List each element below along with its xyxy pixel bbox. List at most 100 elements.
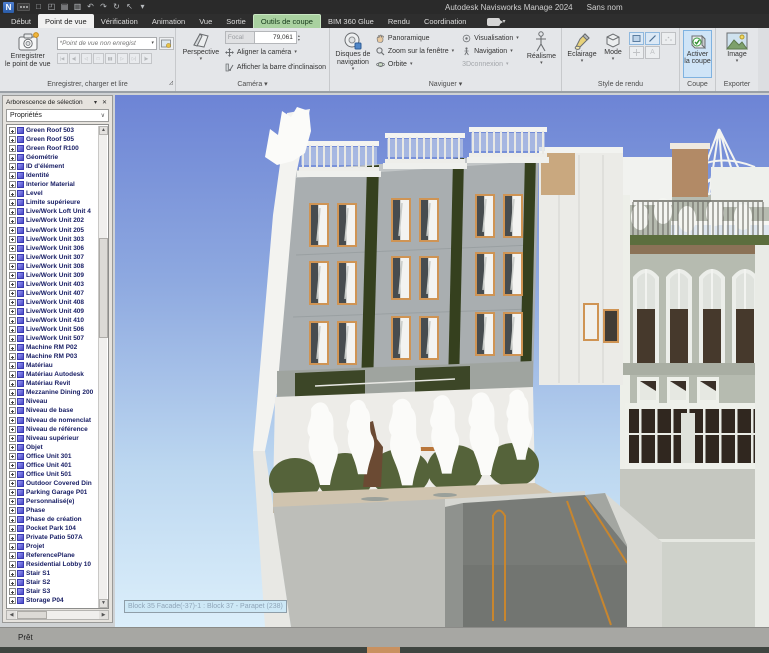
tree-item[interactable]: Personnalisé(e) — [8, 497, 98, 506]
tree-item[interactable]: Niveau de base — [8, 406, 98, 415]
tree-item[interactable]: Stair S3 — [8, 587, 98, 596]
tree-item[interactable]: Niveau de nomenclat — [8, 416, 98, 425]
expand-icon[interactable] — [9, 425, 16, 433]
focal-value[interactable]: 79,061 — [254, 31, 297, 44]
expand-icon[interactable] — [9, 416, 16, 424]
tree-item[interactable]: Level — [8, 189, 98, 198]
expand-icon[interactable] — [9, 443, 16, 451]
pan-button[interactable]: Panoramique — [376, 32, 454, 45]
expand-icon[interactable] — [9, 307, 16, 315]
mode-button[interactable]: Mode ▾ — [599, 30, 627, 79]
expand-icon[interactable] — [9, 145, 16, 153]
ribbon-tab[interactable]: Coordination — [417, 14, 474, 28]
pin-icon[interactable]: ▾ — [91, 99, 100, 106]
expand-icon[interactable] — [9, 335, 16, 343]
playback-button[interactable]: ▷ — [116, 53, 128, 64]
expand-icon[interactable] — [9, 208, 16, 216]
expand-icon[interactable] — [9, 226, 16, 234]
playback-button[interactable]: ▷| — [128, 53, 140, 64]
tree-item[interactable]: Storage P04 — [8, 596, 98, 605]
tree-item[interactable]: Machine RM P03 — [8, 352, 98, 361]
save-viewpoint-button[interactable]: Enregistrer le point de vue — [3, 30, 53, 79]
expand-icon[interactable] — [9, 543, 16, 551]
ribbon-tab[interactable]: Sortie — [219, 14, 253, 28]
lighting-button[interactable]: Eclairage ▾ — [565, 30, 599, 79]
snap-points-toggle[interactable] — [629, 46, 644, 59]
orbit-button[interactable]: Orbite ▾ — [376, 58, 454, 71]
ribbon-tab[interactable]: Outils de coupe — [252, 14, 321, 28]
expand-icon[interactable] — [9, 461, 16, 469]
tree-item[interactable]: Phase de création — [8, 515, 98, 524]
horizontal-scrollbar[interactable]: ◀ ▶ — [6, 610, 109, 620]
expand-icon[interactable] — [9, 506, 16, 514]
navisworks-logo-icon[interactable]: N — [3, 1, 14, 13]
expand-icon[interactable] — [9, 452, 16, 460]
tree-item[interactable]: Niveau — [8, 397, 98, 406]
expand-icon[interactable] — [9, 172, 16, 180]
ribbon-tab[interactable]: Vérification — [94, 14, 145, 28]
tree-mode-combo[interactable]: Propriétés — [6, 109, 109, 122]
tree-item[interactable]: Live/Work Unit 409 — [8, 307, 98, 316]
align-camera-button[interactable]: Aligner la caméra ▾ — [224, 46, 326, 59]
scroll-right-icon[interactable]: ▶ — [99, 611, 108, 619]
playback-button[interactable]: |◀ — [56, 53, 68, 64]
expand-icon[interactable] — [9, 353, 16, 361]
expand-icon[interactable] — [9, 199, 16, 207]
expand-icon[interactable] — [9, 163, 16, 171]
tree-item[interactable]: Phase — [8, 506, 98, 515]
tree-item[interactable]: Green Roof 505 — [8, 135, 98, 144]
expand-icon[interactable] — [9, 380, 16, 388]
select-cursor-icon[interactable]: ↖ — [124, 2, 135, 12]
tree-item[interactable]: Green Roof R100 — [8, 144, 98, 153]
tree-item[interactable]: Projet — [8, 542, 98, 551]
tree-item[interactable]: Residential Lobby 10 — [8, 560, 98, 569]
tree-item[interactable]: Office Unit 301 — [8, 452, 98, 461]
export-image-button[interactable]: Image ▾ — [723, 30, 751, 79]
show-tilt-bar-button[interactable]: Afficher la barre d'inclinaison — [225, 61, 326, 74]
tree-item[interactable]: Live/Work Unit 408 — [8, 298, 98, 307]
focal-field[interactable]: Focal 79,061 ▴ ▾ — [224, 31, 326, 44]
ribbon-tab[interactable]: Point de vue — [38, 14, 94, 28]
dialog-launcher-icon[interactable]: ◿ — [169, 77, 173, 89]
expand-icon[interactable] — [9, 235, 16, 243]
tree-item[interactable]: Stair S2 — [8, 578, 98, 587]
tree-item[interactable]: Identité — [8, 171, 98, 180]
expand-icon[interactable] — [9, 579, 16, 587]
expand-icon[interactable] — [9, 344, 16, 352]
tree-item[interactable]: Live/Work Unit 410 — [8, 316, 98, 325]
expand-icon[interactable] — [9, 398, 16, 406]
text-toggle[interactable]: A — [645, 46, 660, 59]
enable-sectioning-button[interactable]: Activer la coupe — [683, 30, 712, 78]
tree-item[interactable]: Mezzanine Dining 200 — [8, 388, 98, 397]
tree-item[interactable]: Private Patio 507A — [8, 533, 98, 542]
expand-icon[interactable] — [9, 326, 16, 334]
expand-icon[interactable] — [9, 262, 16, 270]
scroll-up-icon[interactable]: ▲ — [99, 126, 108, 135]
tree-item[interactable]: Matériau — [8, 361, 98, 370]
expand-icon[interactable] — [9, 127, 16, 135]
expand-icon[interactable] — [9, 570, 16, 578]
ribbon-tab[interactable]: Vue — [192, 14, 219, 28]
ribbon-tab[interactable]: Début — [4, 14, 38, 28]
expand-icon[interactable] — [9, 407, 16, 415]
expand-icon[interactable] — [9, 136, 16, 144]
scrollbar-thumb[interactable] — [99, 238, 108, 338]
new-file-icon[interactable]: □ — [33, 2, 44, 12]
expand-icon[interactable] — [9, 588, 16, 596]
tree-item[interactable]: Niveau de référence — [8, 425, 98, 434]
tree-item[interactable]: Matériau Autodesk — [8, 370, 98, 379]
expand-icon[interactable] — [9, 434, 16, 442]
expand-icon[interactable] — [9, 470, 16, 478]
tree-item[interactable]: Live/Work Unit 507 — [8, 334, 98, 343]
refresh-icon[interactable]: ↻ — [111, 2, 122, 12]
tree-item[interactable]: Machine RM P02 — [8, 343, 98, 352]
tree-item[interactable]: ReferencePlane — [8, 551, 98, 560]
tree-item[interactable]: Office Unit 401 — [8, 461, 98, 470]
tree-item[interactable]: Live/Work Unit 308 — [8, 262, 98, 271]
tree-item[interactable]: Live/Work Unit 303 — [8, 235, 98, 244]
3d-viewport[interactable]: Block 35 Facade(-37)-1 : Block 37 - Para… — [115, 95, 769, 627]
playback-button[interactable]: ◀| — [68, 53, 80, 64]
tree-item[interactable]: Objet — [8, 443, 98, 452]
ribbon-tab[interactable]: Animation — [145, 14, 192, 28]
expand-icon[interactable] — [9, 479, 16, 487]
